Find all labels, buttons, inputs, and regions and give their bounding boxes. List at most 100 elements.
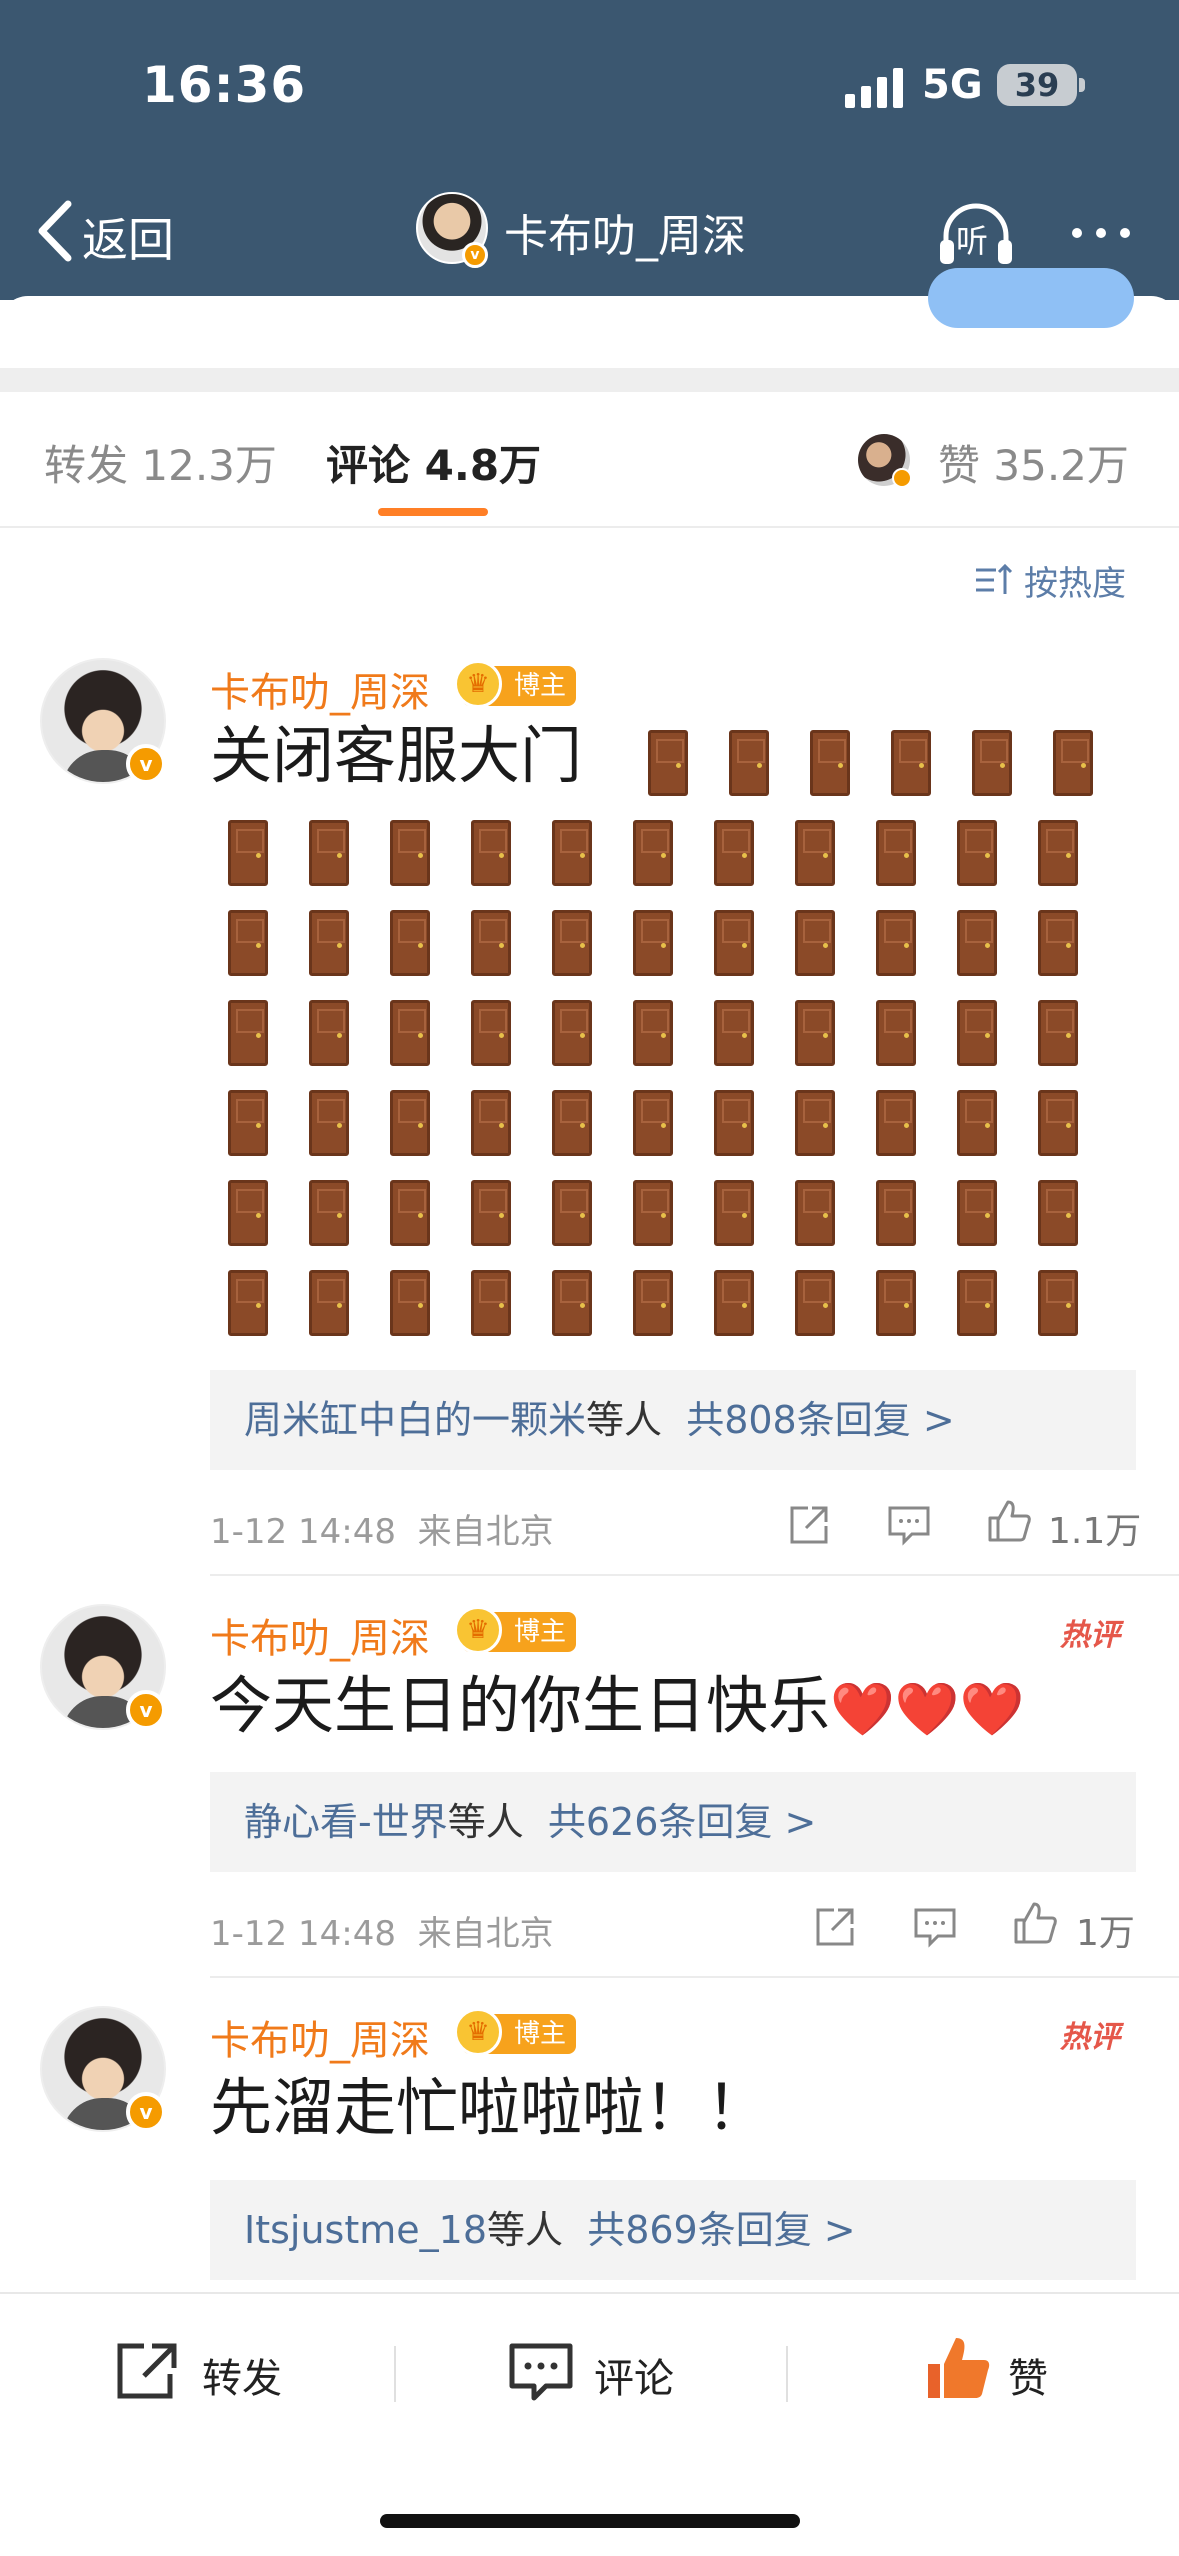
tab-divider — [0, 526, 1179, 528]
comment-text: 关闭客服大门 — [210, 719, 583, 792]
door-icon — [228, 820, 268, 886]
sort-icon[interactable] — [974, 560, 1014, 600]
door-icon — [972, 730, 1012, 796]
heart-icon: ❤️❤️❤️ — [830, 1680, 1025, 1740]
like-count: 1万 — [1076, 1913, 1135, 1954]
sort-by-hot-button[interactable]: 按热度 — [1024, 556, 1126, 605]
door-icon — [552, 1090, 592, 1156]
like-count: 1.1万 — [1048, 1511, 1142, 1552]
back-button[interactable]: 返回 — [82, 204, 174, 270]
status-time: 16:36 — [142, 56, 307, 114]
door-icon — [957, 1270, 997, 1336]
door-icon — [471, 1090, 511, 1156]
door-icon — [309, 1180, 349, 1246]
more-options-icon[interactable] — [1066, 212, 1136, 252]
home-indicator — [380, 2514, 800, 2528]
door-icon — [1038, 1270, 1078, 1336]
network-type: 5G — [922, 62, 983, 108]
door-icon — [876, 1270, 916, 1336]
section-divider — [0, 368, 1179, 392]
tab-repost[interactable]: 转发 12.3万 — [44, 432, 277, 493]
comment-meta: 1-12 14:48 来自北京 — [210, 1512, 554, 1552]
battery-icon: 39 — [997, 64, 1077, 106]
comment-author[interactable]: 卡布叻_周深 — [210, 1606, 430, 1664]
door-icon — [633, 1000, 673, 1066]
peek-action-button[interactable] — [928, 268, 1134, 328]
door-icon — [309, 910, 349, 976]
listen-label: 听 — [956, 222, 989, 260]
repost-icon[interactable] — [114, 2340, 182, 2402]
door-icon — [1038, 910, 1078, 976]
bar-divider — [394, 2346, 396, 2402]
door-icon — [957, 1180, 997, 1246]
door-icon — [552, 1180, 592, 1246]
reply-summary[interactable]: 周米缸中白的一颗米等人 共808条回复 > — [210, 1370, 1136, 1470]
share-icon[interactable] — [786, 1502, 832, 1548]
door-icon — [390, 820, 430, 886]
comment-separator — [210, 1976, 1179, 1978]
listen-button[interactable]: 听 — [936, 200, 1016, 270]
door-icon — [876, 1090, 916, 1156]
verified-badge-icon: v — [126, 2092, 166, 2132]
door-icon — [1053, 730, 1093, 796]
comment-button[interactable]: 评论 — [594, 2346, 674, 2404]
door-icon — [552, 1270, 592, 1336]
door-icon — [471, 1270, 511, 1336]
reply-summary[interactable]: Itsjustme_18等人 共869条回复 > — [210, 2180, 1136, 2280]
door-icon — [795, 1000, 835, 1066]
door-icon — [714, 820, 754, 886]
comment-author[interactable]: 卡布叻_周深 — [210, 2008, 430, 2066]
door-icon — [714, 1180, 754, 1246]
door-icon — [228, 1000, 268, 1066]
crown-icon: ♛ — [454, 2008, 502, 2056]
door-icon — [795, 1180, 835, 1246]
crown-icon: ♛ — [454, 660, 502, 708]
door-icon — [729, 730, 769, 796]
active-tab-indicator — [378, 508, 488, 516]
comment-icon[interactable] — [886, 1502, 932, 1548]
door-icon — [228, 1270, 268, 1336]
hot-comment-tag: 热评 — [1060, 2020, 1120, 2055]
bar-divider — [786, 2346, 788, 2402]
like-button[interactable]: 赞 — [1008, 2346, 1048, 2404]
verified-badge-icon: v — [126, 744, 166, 784]
comment-author[interactable]: 卡布叻_周深 — [210, 660, 430, 718]
like-filled-icon[interactable] — [924, 2334, 992, 2404]
door-icon — [633, 1090, 673, 1156]
door-icon — [1038, 820, 1078, 886]
verified-badge-icon: v — [126, 1690, 166, 1730]
door-icon — [714, 1000, 754, 1066]
door-icon — [228, 910, 268, 976]
door-icon — [471, 1000, 511, 1066]
hot-comment-tag: 热评 — [1060, 1618, 1120, 1653]
nav-username[interactable]: 卡布叻_周深 — [504, 200, 746, 264]
door-icon — [633, 1180, 673, 1246]
door-icon — [552, 1000, 592, 1066]
door-icon — [795, 1270, 835, 1336]
door-icon — [1038, 1090, 1078, 1156]
tab-like[interactable]: 赞 35.2万 — [938, 432, 1129, 493]
door-icon — [714, 910, 754, 976]
like-thumb-icon[interactable] — [986, 1498, 1032, 1544]
comment-icon[interactable] — [912, 1904, 958, 1950]
door-icon — [810, 730, 850, 796]
door-icon — [633, 1270, 673, 1336]
tab-comment[interactable]: 评论 4.8万 — [326, 432, 541, 493]
reply-summary[interactable]: 静心看-世界等人 共626条回复 > — [210, 1772, 1136, 1872]
door-icon — [1038, 1000, 1078, 1066]
door-icon — [552, 910, 592, 976]
door-icon — [795, 910, 835, 976]
blogger-badge: ♛ 博主 — [454, 660, 576, 708]
share-icon[interactable] — [812, 1904, 858, 1950]
repost-button[interactable]: 转发 — [202, 2346, 282, 2404]
door-icon — [876, 910, 916, 976]
door-icon — [390, 1090, 430, 1156]
door-icon — [957, 1090, 997, 1156]
door-icon — [471, 1180, 511, 1246]
door-icon — [552, 820, 592, 886]
comment-separator — [210, 1574, 1179, 1576]
like-thumb-icon[interactable] — [1012, 1900, 1058, 1946]
comment-bubble-icon[interactable] — [508, 2342, 574, 2404]
blogger-badge: ♛ 博主 — [454, 1606, 576, 1654]
door-icon — [309, 1000, 349, 1066]
